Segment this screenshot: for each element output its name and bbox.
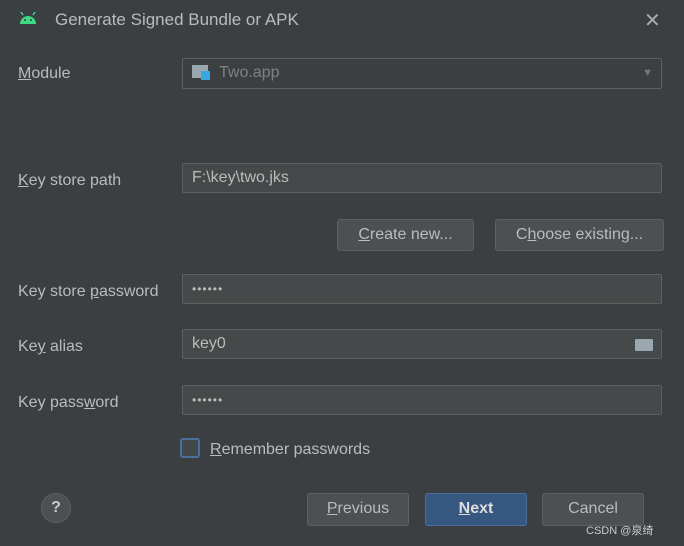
android-icon — [18, 11, 38, 31]
dialog-title: Generate Signed Bundle or APK — [55, 10, 299, 29]
folder-icon — [192, 65, 210, 80]
key-password-label: Key password — [18, 394, 119, 411]
help-button[interactable]: ? — [41, 493, 71, 523]
key-alias-label: Key alias — [18, 338, 83, 355]
watermark: CSDN @泉绮 — [586, 525, 654, 537]
module-label: Module — [18, 65, 71, 82]
keystore-path-input[interactable]: F:\key\two.jks — [182, 163, 662, 193]
previous-button[interactable]: Previous — [307, 493, 409, 526]
chevron-down-icon: ▼ — [642, 67, 653, 79]
remember-passwords-checkbox[interactable] — [180, 438, 200, 458]
module-value: Two.app — [219, 64, 280, 81]
key-alias-input[interactable]: key0 — [182, 329, 662, 359]
close-icon[interactable]: ✕ — [644, 8, 661, 33]
module-select[interactable]: Two.app ▼ — [182, 58, 662, 89]
keystore-path-label: Key store path — [18, 172, 122, 189]
folder-open-icon[interactable] — [635, 339, 653, 351]
next-button[interactable]: Next — [425, 493, 527, 526]
choose-existing-button[interactable]: Choose existing... — [495, 219, 664, 251]
create-new-button[interactable]: Create new... — [337, 219, 474, 251]
remember-passwords-label[interactable]: Remember passwords — [210, 441, 370, 459]
key-alias-value: key0 — [192, 335, 226, 352]
keystore-password-input[interactable]: •••••• — [182, 274, 662, 304]
key-password-input[interactable]: •••••• — [182, 385, 662, 415]
keystore-password-label: Key store password — [18, 283, 159, 300]
